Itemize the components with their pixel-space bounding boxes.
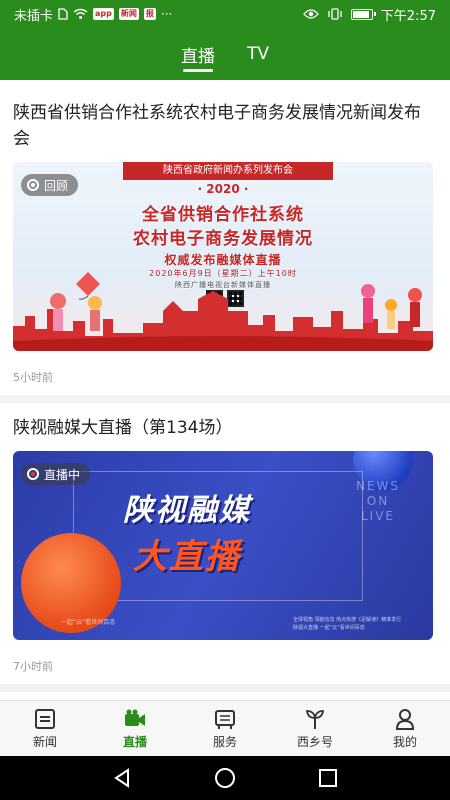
app-screen: 未插卡 app 新闻 报 ··· 下午2:57 直播 TV 陕西省供销合作社系统… — [0, 0, 450, 800]
live-badge-label: 直播中 — [44, 467, 81, 482]
nav-item-xixiang[interactable]: 西乡号 — [270, 701, 360, 756]
feed-item-title[interactable]: 陕西省供销合作社系统农村电子商务发展情况新闻发布会 — [13, 80, 437, 152]
notification-news-icon: 新闻 — [118, 8, 139, 20]
system-navigation-bar — [0, 756, 450, 800]
sim-card-icon — [58, 8, 68, 20]
notification-paper-icon: 报 — [143, 8, 156, 20]
feed-item-thumbnail[interactable]: 陕西省政府新闻办系列发布会 · 2020 · 全省供销合作社系统 农村电子商务发… — [13, 162, 433, 351]
nav-item-mine[interactable]: 我的 — [360, 701, 450, 756]
live-indicator-icon — [27, 468, 39, 480]
user-icon — [395, 708, 415, 730]
nav-item-label: 西乡号 — [296, 734, 333, 749]
poster-headline-2: 大直播 — [133, 537, 241, 577]
tab-live[interactable]: 直播 — [177, 28, 219, 80]
next-feed-item-peek — [0, 692, 450, 700]
feed-item-thumbnail[interactable]: 陕视融媒 大直播 NEWS ON LIVE 一起“云”看世间百态 全球视角 领航… — [13, 451, 433, 640]
bottom-navigation: 新闻 直播 服务 西乡号 我的 — [0, 700, 450, 756]
feed-item[interactable]: 陕视融媒大直播（第134场） 陕视融媒 大直播 NEWS ON LIVE 一起“… — [0, 403, 450, 692]
top-tab-bar: 直播 TV — [0, 28, 450, 80]
news-icon — [35, 708, 55, 729]
home-icon[interactable] — [213, 766, 237, 790]
replay-badge-label: 回顾 — [44, 178, 69, 193]
notification-app-icon: app — [93, 8, 114, 20]
poster-headline-2: 农村电子商务发展情况 — [133, 229, 313, 249]
nav-item-label: 服务 — [212, 734, 237, 749]
poster-headline-1: 陕视融媒 — [123, 493, 251, 528]
live-feed[interactable]: 陕西省供销合作社系统农村电子商务发展情况新闻发布会 陕西省政府新闻办系列发布会 … — [0, 80, 450, 700]
battery-icon — [350, 8, 376, 20]
poster-live-text: NEWS ON LIVE — [355, 479, 401, 523]
vibrate-icon — [328, 8, 342, 20]
video-camera-icon — [125, 709, 145, 726]
replay-icon — [27, 179, 39, 191]
more-notifications-icon: ··· — [160, 7, 173, 21]
nav-item-label: 直播 — [122, 734, 147, 749]
status-right: 下午2:57 — [302, 5, 436, 24]
poster-fineprint: 全球视角 领航信息 热点热搜《足解读》精准发行 陕视大直播 一起“云”看世间百态 — [293, 617, 402, 631]
sprout-icon — [305, 709, 325, 729]
tab-tv[interactable]: TV — [243, 28, 273, 80]
feed-item[interactable]: 陕西省供销合作社系统农村电子商务发展情况新闻发布会 陕西省政府新闻办系列发布会 … — [0, 80, 450, 403]
feed-item-title[interactable]: 陕视融媒大直播（第134场） — [13, 403, 437, 441]
status-left: 未插卡 app 新闻 报 ··· — [14, 5, 303, 24]
eye-icon — [302, 9, 319, 19]
nav-item-news[interactable]: 新闻 — [0, 701, 90, 756]
back-icon[interactable] — [110, 766, 134, 790]
nav-item-label: 新闻 — [32, 734, 57, 749]
replay-badge: 回顾 — [21, 174, 79, 196]
nav-item-live[interactable]: 直播 — [90, 701, 180, 756]
live-badge: 直播中 — [21, 463, 91, 485]
feed-item-time: 7小时前 — [13, 660, 53, 673]
poster-slogan: 一起“云”看世间百态 — [61, 619, 116, 626]
feed-item-time: 5小时前 — [13, 371, 53, 384]
recents-icon[interactable] — [316, 766, 340, 790]
wifi-icon — [73, 8, 88, 19]
poster-headline-1: 全省供销合作社系统 — [142, 205, 304, 225]
nav-item-label: 我的 — [392, 734, 417, 749]
clock-text: 下午2:57 — [380, 8, 436, 24]
nav-item-service[interactable]: 服务 — [180, 701, 270, 756]
kite-illustration — [76, 272, 100, 300]
status-bar: 未插卡 app 新闻 报 ··· 下午2:57 — [0, 0, 450, 28]
poster-banner: 陕西省政府新闻办系列发布会 — [123, 162, 333, 180]
poster-subtitle: 权威发布融媒体直播 — [164, 253, 282, 267]
sim-status-text: 未插卡 — [14, 8, 54, 24]
service-icon — [215, 709, 235, 729]
